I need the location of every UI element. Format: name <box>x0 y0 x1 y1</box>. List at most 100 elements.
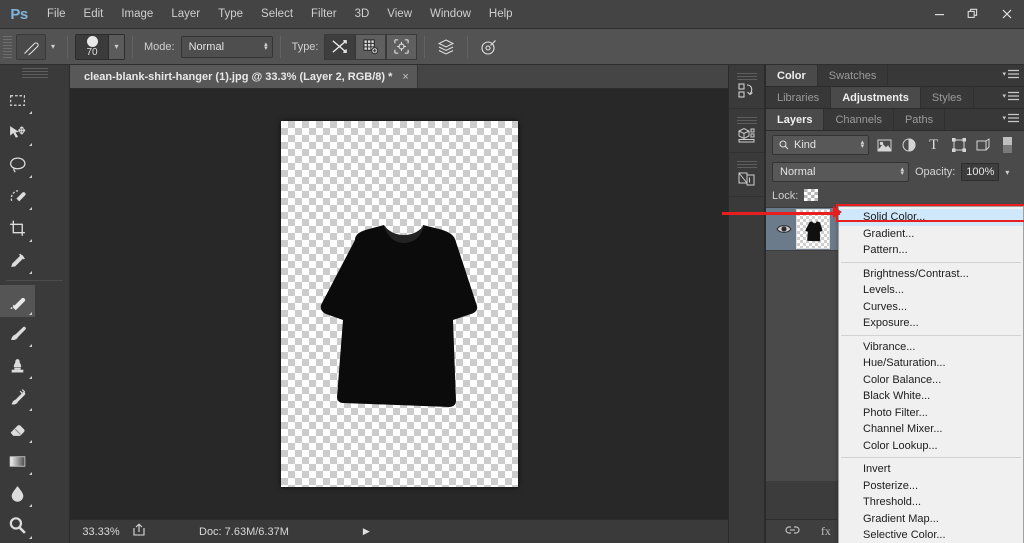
eye-icon[interactable] <box>772 223 796 235</box>
dock-grip[interactable] <box>736 73 757 80</box>
menu-item-color-balance[interactable]: Color Balance... <box>839 372 1023 389</box>
panel-menu-icon[interactable]: ▾ <box>1002 69 1019 79</box>
minimize-icon[interactable] <box>922 0 956 27</box>
new-adjustment-layer-menu[interactable]: Solid Color... Gradient... Pattern... Brigh… <box>838 206 1024 543</box>
move-tool[interactable] <box>0 116 35 148</box>
menu-item-view[interactable]: View <box>378 0 421 29</box>
proximity-match-icon[interactable] <box>386 33 418 60</box>
dock-grip[interactable] <box>736 117 757 124</box>
brush-tool[interactable] <box>0 317 35 349</box>
3d-panel-icon[interactable] <box>729 109 764 153</box>
layer-thumbnail[interactable] <box>796 209 830 249</box>
t-shirt-artwork <box>320 225 477 407</box>
menu-item-image[interactable]: Image <box>112 0 162 29</box>
dock-grip[interactable] <box>736 161 757 168</box>
content-aware-icon[interactable] <box>324 33 356 60</box>
brush-size-control[interactable]: 70 ▾ <box>75 33 125 60</box>
tab-paths[interactable]: Paths <box>893 109 946 130</box>
menu-item-pattern[interactable]: Pattern... <box>839 242 1023 259</box>
menu-item-selective-color[interactable]: Selective Color... <box>839 527 1023 543</box>
layer-blend-mode-select[interactable]: Normal ▴ ▾ <box>772 162 909 182</box>
gradient-tool[interactable] <box>0 445 35 477</box>
menu-item-exposure[interactable]: Exposure... <box>839 315 1023 332</box>
lasso-tool[interactable] <box>0 148 35 180</box>
menu-item-gradient-map[interactable]: Gradient Map... <box>839 511 1023 528</box>
canvas-viewport[interactable] <box>70 89 728 519</box>
pressure-for-size-icon[interactable] <box>475 34 503 60</box>
menu-item-color-lookup[interactable]: Color Lookup... <box>839 438 1023 455</box>
spot-healing-brush-tool[interactable] <box>0 285 35 317</box>
channels-panel-icon[interactable] <box>729 153 764 197</box>
clone-stamp-tool[interactable] <box>0 349 35 381</box>
brush-picker-chevron-down-icon[interactable]: ▾ <box>108 34 124 59</box>
menu-item-photo-filter[interactable]: Photo Filter... <box>839 405 1023 422</box>
filter-toggle-icon[interactable] <box>998 135 1018 155</box>
menu-item-type[interactable]: Type <box>209 0 252 29</box>
create-texture-icon[interactable] <box>355 33 387 60</box>
filter-smart-object-icon[interactable] <box>973 135 993 155</box>
tab-layers[interactable]: Layers <box>766 109 825 130</box>
layer-style-icon[interactable]: fx <box>821 524 831 539</box>
menu-item-edit[interactable]: Edit <box>75 0 113 29</box>
menu-item-brightness-contrast[interactable]: Brightness/Contrast... <box>839 266 1023 283</box>
menu-item-channel-mixer[interactable]: Channel Mixer... <box>839 421 1023 438</box>
sample-all-layers-icon[interactable] <box>432 34 460 60</box>
menu-item-vibrance[interactable]: Vibrance... <box>839 339 1023 356</box>
panel-menu-icon[interactable]: ▾ <box>1002 91 1019 101</box>
eraser-tool[interactable] <box>0 413 35 445</box>
restore-icon[interactable] <box>956 0 990 27</box>
dodge-tool[interactable] <box>0 509 35 541</box>
menu-item-threshold[interactable]: Threshold... <box>839 494 1023 511</box>
lock-transparent-pixels-icon[interactable] <box>804 188 819 204</box>
menu-item-black-white[interactable]: Black White... <box>839 388 1023 405</box>
blur-tool[interactable] <box>0 477 35 509</box>
menu-item-invert[interactable]: Invert <box>839 461 1023 478</box>
menu-item-filter[interactable]: Filter <box>302 0 346 29</box>
filter-pixel-icon[interactable] <box>874 135 894 155</box>
menu-item-curves[interactable]: Curves... <box>839 299 1023 316</box>
canvas[interactable] <box>280 121 518 487</box>
history-panel-icon[interactable] <box>729 65 764 109</box>
close-icon[interactable]: × <box>402 71 408 83</box>
tab-libraries[interactable]: Libraries <box>766 87 832 108</box>
tab-color[interactable]: Color <box>766 65 818 86</box>
tool-preset-chevron-down-icon[interactable]: ▾ <box>46 34 60 60</box>
menu-item-select[interactable]: Select <box>252 0 302 29</box>
options-bar-grip[interactable] <box>3 35 12 58</box>
share-icon[interactable] <box>132 523 147 540</box>
panel-menu-icon[interactable]: ▾ <box>1002 113 1019 123</box>
close-icon[interactable] <box>990 0 1024 27</box>
menu-item-file[interactable]: File <box>38 0 75 29</box>
tab-styles[interactable]: Styles <box>920 87 974 108</box>
zoom-level[interactable]: 33.33% <box>70 526 132 538</box>
blend-mode-select[interactable]: Normal ▴ ▾ <box>180 35 273 58</box>
opacity-value[interactable]: 100% <box>961 163 1000 181</box>
menu-item-solid-color[interactable]: Solid Color... <box>839 209 1023 226</box>
menu-item-levels[interactable]: Levels... <box>839 282 1023 299</box>
document-tab[interactable]: clean-blank-shirt-hanger (1).jpg @ 33.3%… <box>70 65 418 88</box>
tab-adjustments[interactable]: Adjustments <box>831 87 921 108</box>
tab-swatches[interactable]: Swatches <box>817 65 889 86</box>
filter-kind-select[interactable]: Kind ▴ ▾ <box>772 135 870 155</box>
history-brush-tool[interactable] <box>0 381 35 413</box>
filter-adjustment-icon[interactable] <box>899 135 919 155</box>
link-layers-icon[interactable] <box>785 524 800 539</box>
crop-tool[interactable] <box>0 212 35 244</box>
rectangular-marquee-tool[interactable] <box>0 84 35 116</box>
menu-item-posterize[interactable]: Posterize... <box>839 478 1023 495</box>
filter-shape-icon[interactable] <box>949 135 969 155</box>
opacity-chevron-down-icon[interactable]: ▾ <box>1005 168 1009 177</box>
status-expand-arrow-icon[interactable]: ▶ <box>363 526 370 537</box>
menu-item-hue-saturation[interactable]: Hue/Saturation... <box>839 355 1023 372</box>
photoshop-logo: Ps <box>10 5 28 23</box>
menu-item-help[interactable]: Help <box>480 0 522 29</box>
menu-item-gradient[interactable]: Gradient... <box>839 226 1023 243</box>
tab-channels[interactable]: Channels <box>824 109 894 130</box>
menu-item-layer[interactable]: Layer <box>162 0 209 29</box>
healing-brush-icon[interactable] <box>16 33 46 60</box>
tools-panel-grip[interactable] <box>21 68 48 80</box>
menu-item-window[interactable]: Window <box>421 0 480 29</box>
quick-selection-tool[interactable] <box>0 180 35 212</box>
menu-item-3d[interactable]: 3D <box>346 0 379 29</box>
eyedropper-tool[interactable] <box>0 244 35 276</box>
